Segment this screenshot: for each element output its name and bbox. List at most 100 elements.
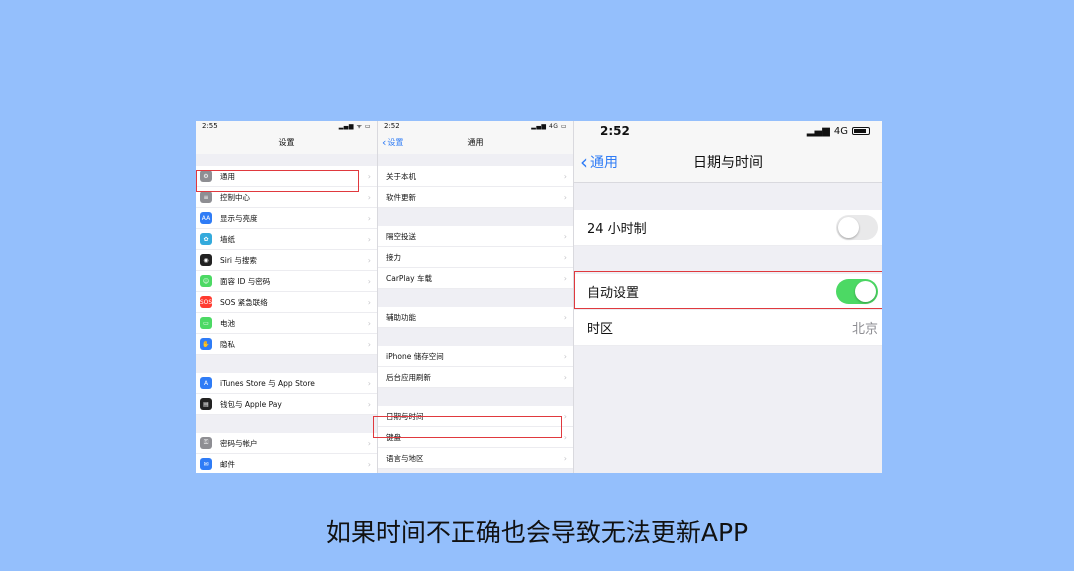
key-icon: ⚿ xyxy=(200,437,212,449)
hour24-label: 24 小时制 xyxy=(587,222,647,237)
chevron-right-icon: › xyxy=(563,372,567,382)
network-label: 4G xyxy=(833,125,848,137)
row-label: 隐私 xyxy=(220,339,235,349)
nav-bar: 设置 xyxy=(196,131,377,154)
settings-row[interactable]: SOS SOS 紧急联络 › xyxy=(196,292,377,313)
back-label: 通用 xyxy=(590,154,618,171)
hour24-toggle[interactable] xyxy=(836,215,878,240)
screenshot-frame: 2:55 ▂▄▆ ᯤ ▭ 设置 ⚙ 通用 › ≡ 控制中心 › AA 显示与亮度 › ✿ 墙纸 › ◉ S… xyxy=(196,121,882,473)
row-label: 密码与帐户 xyxy=(220,438,258,448)
wallet-icon: ▤ xyxy=(200,398,212,410)
row-label: 软件更新 xyxy=(386,192,416,202)
highlight-auto-set xyxy=(574,271,882,309)
hand-icon: ✋ xyxy=(200,338,212,350)
general-row[interactable]: iPhone 储存空间 › xyxy=(378,346,573,367)
general-row[interactable]: CarPlay 车载 › xyxy=(378,268,573,289)
status-bar: 2:52 ▂▄▆ 4G ▭ xyxy=(378,121,573,131)
status-bar: 2:52 ▂▄▆ 4G xyxy=(574,121,882,141)
back-label: 设置 xyxy=(387,138,404,147)
status-icons: ▂▄▆ ᯤ ▭ xyxy=(338,123,371,130)
chevron-right-icon: › xyxy=(367,399,371,409)
back-button[interactable]: ‹ 通用 xyxy=(580,150,618,174)
chevron-right-icon: › xyxy=(563,252,567,262)
row-label: 显示与亮度 xyxy=(220,213,258,223)
toggles-icon: ≡ xyxy=(200,191,212,203)
page-title: 设置 xyxy=(278,138,295,147)
row-label: 钱包与 Apple Pay xyxy=(220,399,282,409)
chevron-right-icon: › xyxy=(367,378,371,388)
row-label: 邮件 xyxy=(220,459,235,469)
row-label: Siri 与搜索 xyxy=(220,255,257,265)
app-store-icon: A xyxy=(200,377,212,389)
settings-row[interactable]: ✿ 墙纸 › xyxy=(196,229,377,250)
settings-row[interactable]: ◉ Siri 与搜索 › xyxy=(196,250,377,271)
chevron-right-icon: › xyxy=(563,231,567,241)
chevron-right-icon: › xyxy=(367,213,371,223)
chevron-right-icon: › xyxy=(367,255,371,265)
label-icon: AA xyxy=(200,212,212,224)
page-title: 通用 xyxy=(467,138,484,147)
mail-icon: ✉ xyxy=(200,458,212,470)
settings-row[interactable]: ✋ 隐私 › xyxy=(196,334,377,355)
chevron-right-icon: › xyxy=(367,438,371,448)
highlight-general xyxy=(196,170,359,192)
chevron-right-icon: › xyxy=(367,339,371,349)
status-bar: 2:55 ▂▄▆ ᯤ ▭ xyxy=(196,121,377,131)
row-label: 接力 xyxy=(386,252,401,262)
battery-icon xyxy=(852,127,870,135)
signal-icon: ▂▄▆ xyxy=(806,125,830,137)
chevron-right-icon: › xyxy=(563,192,567,202)
row-label: 墙纸 xyxy=(220,234,235,244)
row-label: 电池 xyxy=(220,318,235,328)
chevron-right-icon: › xyxy=(563,453,567,463)
battery-icon: ▭ xyxy=(200,317,212,329)
chevron-right-icon: › xyxy=(563,312,567,322)
chevron-right-icon: › xyxy=(563,351,567,361)
chevron-right-icon: › xyxy=(563,411,567,421)
row-label: iPhone 储存空间 xyxy=(386,351,444,361)
chevron-right-icon: › xyxy=(367,276,371,286)
settings-row[interactable]: AiTunes Store 与 App Store › xyxy=(196,373,377,394)
chevron-right-icon: › xyxy=(367,171,371,181)
row-label: SOS 紧急联络 xyxy=(220,297,268,307)
timezone-label: 时区 xyxy=(587,322,614,337)
status-time: 2:55 xyxy=(202,122,218,130)
status-icons: ▂▄▆ 4G ▭ xyxy=(531,122,567,130)
chevron-right-icon: › xyxy=(563,171,567,181)
row-label: 面容 ID 与密码 xyxy=(220,276,271,286)
hour24-row: 24 小时制 xyxy=(574,210,882,246)
siri-icon: ◉ xyxy=(200,254,212,266)
status-time: 2:52 xyxy=(600,124,630,138)
settings-row[interactable]: ▭ 电池 › xyxy=(196,313,377,334)
page-title: 日期与时间 xyxy=(693,154,763,171)
row-label: 关于本机 xyxy=(386,171,416,181)
settings-row[interactable]: ⚿ 密码与帐户 › xyxy=(196,433,377,454)
settings-list: ⚙ 通用 › ≡ 控制中心 › AA 显示与亮度 › ✿ 墙纸 › ◉ Siri 与搜索 › ☺ 面容 ID 与… xyxy=(196,166,377,473)
label-icon: SOS xyxy=(200,296,212,308)
row-label: iTunes Store 与 App Store xyxy=(220,378,315,388)
general-row[interactable]: 隔空投送 › xyxy=(378,226,573,247)
row-label: CarPlay 车载 xyxy=(386,273,432,283)
general-row[interactable]: 软件更新 › xyxy=(378,187,573,208)
settings-panel: 2:55 ▂▄▆ ᯤ ▭ 设置 ⚙ 通用 › ≡ 控制中心 › AA 显示与亮度 › ✿ 墙纸 › ◉ S… xyxy=(196,121,377,473)
row-label: 控制中心 xyxy=(220,192,250,202)
settings-row[interactable]: ▤ 钱包与 Apple Pay › xyxy=(196,394,377,415)
caption: 如果时间不正确也会导致无法更新APP xyxy=(325,518,749,547)
chevron-left-icon: ‹ xyxy=(580,149,588,174)
nav-bar: ‹ 设置 通用 xyxy=(378,131,573,154)
settings-row[interactable]: AA 显示与亮度 › xyxy=(196,208,377,229)
general-row[interactable]: 后台应用刷新 › xyxy=(378,367,573,388)
date-time-panel: 2:52 ▂▄▆ 4G ‹ 通用 日期与时间 24 小时制 自动设置 时区 北京 xyxy=(573,121,882,473)
settings-row[interactable]: ✉ 邮件 › xyxy=(196,454,377,473)
chevron-right-icon: › xyxy=(563,432,567,442)
general-row[interactable]: 语言与地区 › xyxy=(378,448,573,469)
timezone-row[interactable]: 时区 北京 xyxy=(574,310,882,346)
highlight-date-time xyxy=(373,416,562,438)
general-row[interactable]: 接力 › xyxy=(378,247,573,268)
row-label: 隔空投送 xyxy=(386,231,416,241)
back-button[interactable]: ‹ 设置 xyxy=(382,136,403,149)
general-row[interactable]: 关于本机 › xyxy=(378,166,573,187)
settings-row[interactable]: ☺ 面容 ID 与密码 › xyxy=(196,271,377,292)
chevron-right-icon: › xyxy=(367,192,371,202)
general-row[interactable]: 辅助功能 › xyxy=(378,307,573,328)
